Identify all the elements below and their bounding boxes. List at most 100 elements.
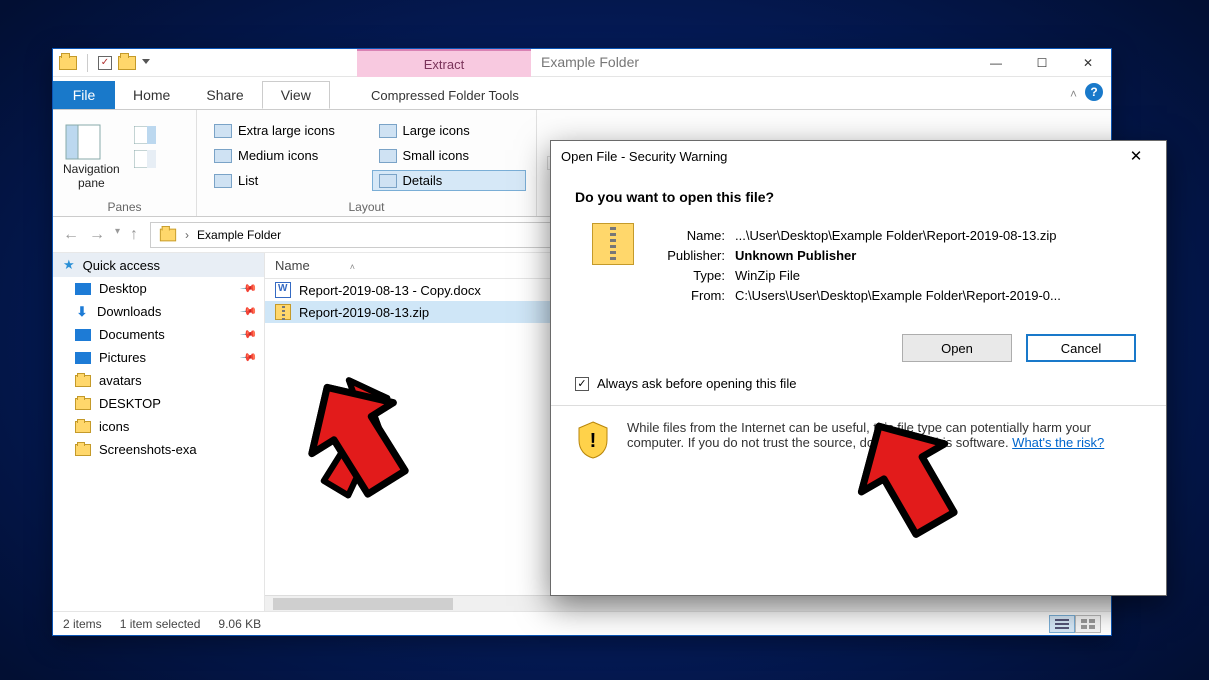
layout-medium[interactable]: Medium icons: [207, 145, 362, 166]
field-label-from: From:: [651, 288, 735, 303]
cancel-button[interactable]: Cancel: [1026, 334, 1136, 362]
folder-icon: [59, 56, 77, 70]
folder-icon: [75, 375, 91, 387]
status-size: 9.06 KB: [218, 617, 261, 631]
pin-icon: 📌: [240, 325, 259, 344]
zip-icon: [275, 304, 291, 320]
sidebar-item-label: Pictures: [99, 350, 146, 365]
layout-small[interactable]: Small icons: [372, 145, 527, 166]
field-value-name: ...\User\Desktop\Example Folder\Report-2…: [735, 228, 1142, 243]
navigation-pane-icon[interactable]: [63, 122, 103, 162]
folder-icon: [160, 228, 176, 241]
minimize-button[interactable]: —: [973, 49, 1019, 77]
dialog-close-button[interactable]: ✕: [1116, 142, 1156, 170]
ribbon-group-panes: Navigation pane Panes: [53, 110, 197, 216]
scrollbar-thumb[interactable]: [273, 598, 453, 610]
layout-label: Small icons: [403, 148, 469, 163]
sidebar-item-label: Screenshots-exa: [99, 442, 197, 457]
download-icon: ⬇: [75, 305, 89, 319]
sidebar-item-label: icons: [99, 419, 129, 434]
checkbox-icon[interactable]: ✓: [575, 377, 589, 391]
warning-text: While files from the Internet can be use…: [627, 420, 1142, 460]
dialog-titlebar: Open File - Security Warning ✕: [551, 141, 1166, 171]
status-bar: 2 items 1 item selected 9.06 KB: [53, 611, 1111, 635]
up-button[interactable]: ↑: [130, 226, 138, 244]
desktop-icon: [75, 283, 91, 295]
field-value-publisher: Unknown Publisher: [735, 248, 1142, 263]
extract-context-tab[interactable]: Extract: [357, 49, 531, 77]
layout-label: Details: [403, 173, 443, 188]
sidebar-item-documents[interactable]: Documents 📌: [53, 323, 264, 346]
forward-button[interactable]: →: [89, 226, 105, 244]
docx-icon: [275, 282, 291, 298]
layout-label: Medium icons: [238, 148, 318, 163]
close-button[interactable]: ✕: [1065, 49, 1111, 77]
sidebar-item-label: Downloads: [97, 304, 161, 319]
open-button[interactable]: Open: [902, 334, 1012, 362]
dialog-question: Do you want to open this file?: [575, 189, 1142, 205]
ribbon-group-label: Panes: [63, 196, 186, 214]
whats-the-risk-link[interactable]: What's the risk?: [1012, 435, 1104, 450]
help-icon[interactable]: ?: [1085, 83, 1103, 101]
status-item-count: 2 items: [63, 617, 102, 631]
sidebar-item-pictures[interactable]: Pictures📌: [53, 346, 264, 369]
sidebar-item-label: Documents: [99, 327, 165, 342]
navigation-pane-label: Navigation pane: [63, 162, 120, 190]
tab-file[interactable]: File: [53, 81, 115, 109]
tab-share[interactable]: Share: [188, 81, 261, 109]
collapse-ribbon-icon[interactable]: ˄: [1070, 87, 1077, 101]
sidebar-item-label: DESKTOP: [99, 396, 161, 411]
window-title: Example Folder: [541, 54, 639, 70]
star-icon: ★: [63, 257, 75, 273]
sidebar-item-label: Desktop: [99, 281, 147, 296]
folder-icon: [75, 398, 91, 410]
pictures-icon: [75, 352, 91, 364]
properties-icon[interactable]: ✓: [98, 56, 112, 70]
sidebar-item-screenshots[interactable]: Screenshots-exa: [53, 438, 264, 461]
shield-warning-icon: !: [575, 420, 611, 460]
always-ask-checkbox[interactable]: ✓ Always ask before opening this file: [575, 376, 1142, 391]
qat-dropdown-icon[interactable]: [142, 59, 150, 67]
documents-icon: [75, 329, 91, 341]
breadcrumb-separator-icon: ›: [185, 228, 189, 242]
tab-compressed-tools[interactable]: Compressed Folder Tools: [357, 81, 533, 109]
tab-view[interactable]: View: [262, 81, 330, 109]
zip-icon: [592, 223, 634, 265]
tab-home[interactable]: Home: [115, 81, 188, 109]
pin-icon: 📌: [240, 279, 259, 298]
sidebar-item-avatars[interactable]: avatars: [53, 369, 264, 392]
layout-label: List: [238, 173, 258, 188]
separator: [87, 54, 88, 72]
sidebar-item-downloads[interactable]: ⬇Downloads📌: [53, 300, 264, 323]
maximize-button[interactable]: ☐: [1019, 49, 1065, 77]
sidebar-item-icons[interactable]: icons: [53, 415, 264, 438]
folder-icon: [75, 421, 91, 433]
layout-extra-large[interactable]: Extra large icons: [207, 120, 362, 141]
horizontal-scrollbar[interactable]: [265, 595, 1111, 611]
layout-large[interactable]: Large icons: [372, 120, 527, 141]
view-details-button[interactable]: [1049, 615, 1075, 633]
sidebar-header-label: Quick access: [83, 258, 160, 273]
preview-pane-icon[interactable]: [134, 126, 156, 144]
quick-access-toolbar: ✓ Extract Example Folder — ☐ ✕: [53, 49, 1111, 77]
layout-list[interactable]: List: [207, 170, 362, 191]
column-name[interactable]: Name: [275, 258, 310, 273]
file-name: Report-2019-08-13.zip: [299, 305, 429, 320]
folder-icon: [75, 444, 91, 456]
view-large-icons-button[interactable]: [1075, 615, 1101, 633]
details-pane-icon[interactable]: [134, 150, 156, 168]
sidebar-quick-access[interactable]: ★ Quick access: [53, 253, 264, 277]
breadcrumb-current[interactable]: Example Folder: [197, 228, 281, 242]
back-button[interactable]: ←: [63, 226, 79, 244]
dialog-title: Open File - Security Warning: [561, 149, 727, 164]
new-folder-icon[interactable]: [118, 56, 136, 70]
sidebar-item-desktop2[interactable]: DESKTOP: [53, 392, 264, 415]
history-dropdown-icon[interactable]: ▾: [115, 226, 120, 244]
field-value-type: WinZip File: [735, 268, 1142, 283]
ribbon-tabs: File Home Share View Compressed Folder T…: [53, 77, 1111, 109]
file-name: Report-2019-08-13 - Copy.docx: [299, 283, 481, 298]
layout-details[interactable]: Details: [372, 170, 527, 191]
sidebar-item-label: avatars: [99, 373, 142, 388]
sidebar-item-desktop[interactable]: Desktop 📌: [53, 277, 264, 300]
layout-label: Extra large icons: [238, 123, 335, 138]
